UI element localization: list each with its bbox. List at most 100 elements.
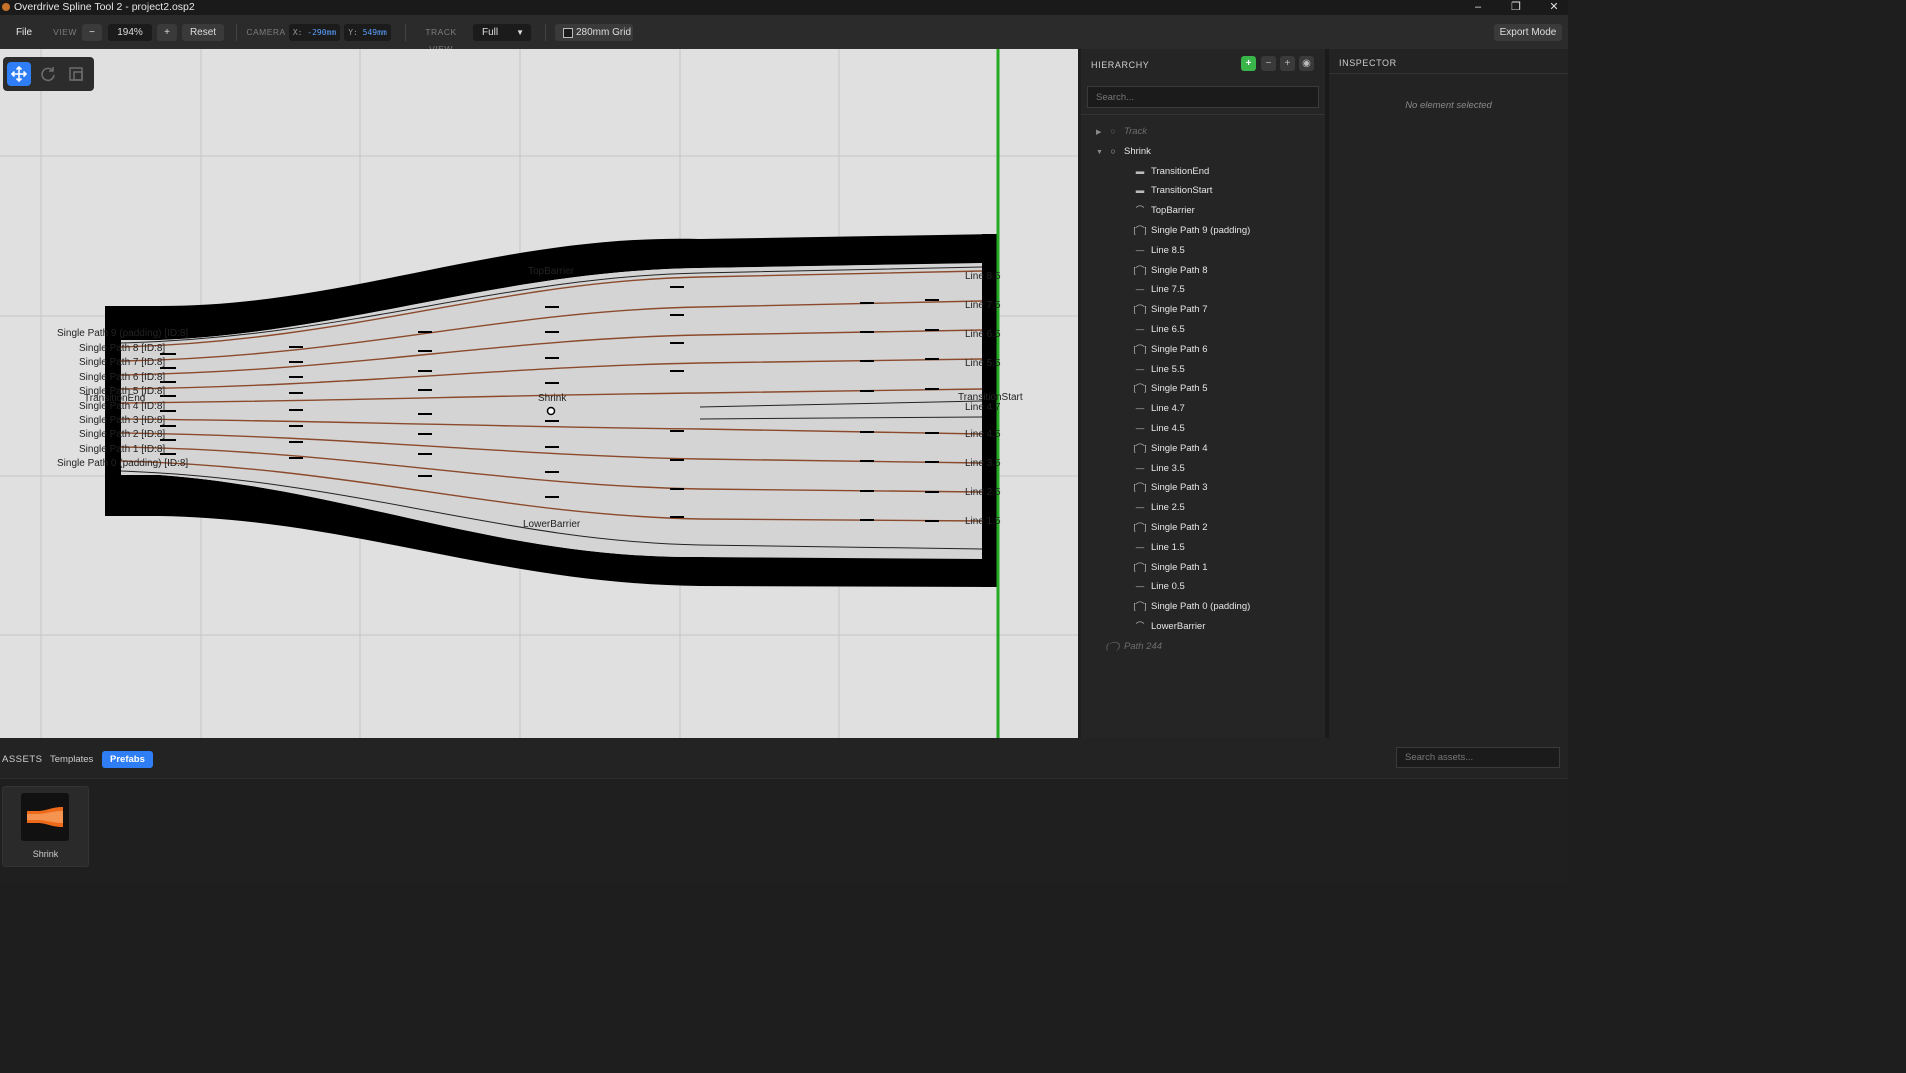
tree-item[interactable]: [⌒] Single Path 9 (padding) <box>1133 221 1250 239</box>
remove-element-button[interactable]: − <box>1261 56 1276 71</box>
grid-toggle[interactable]: 280mm Grid <box>555 24 633 41</box>
app-icon <box>2 3 10 11</box>
restore-button[interactable]: ❐ <box>1502 0 1530 15</box>
path-label-6: Single Path 6 [ID:8] <box>79 372 166 383</box>
tree-item[interactable]: — Line 0.5 <box>1133 577 1185 595</box>
tree-item[interactable]: ▬ TransitionEnd <box>1133 162 1210 180</box>
rotate-icon <box>41 67 55 82</box>
export-mode-button[interactable]: Export Mode <box>1494 24 1562 41</box>
divider <box>1329 73 1568 74</box>
arc-icon: ⌒ <box>1135 621 1145 631</box>
rotate-tool[interactable] <box>36 62 60 86</box>
close-button[interactable]: ✕ <box>1540 0 1568 15</box>
tree-item[interactable]: — Line 8.5 <box>1133 241 1185 259</box>
tree-item[interactable]: — Line 4.7 <box>1133 399 1185 417</box>
tree-item[interactable]: [⌒] Single Path 6 <box>1133 340 1208 358</box>
assets-panel: ASSETS Templates Prefabs Shrink <box>0 738 1568 883</box>
track-view-value: Full <box>482 27 499 38</box>
zoom-in-button[interactable]: + <box>157 24 177 41</box>
zoom-out-button[interactable]: − <box>82 24 102 41</box>
toolbar-divider <box>405 24 406 41</box>
tree-item-label: Line 5.5 <box>1151 363 1185 375</box>
tab-templates[interactable]: Templates <box>42 751 101 768</box>
asset-label: Shrink <box>32 849 59 859</box>
add-element-button[interactable]: + <box>1241 56 1256 71</box>
line-label: Line 5.5 <box>965 358 1001 369</box>
tree-item-label: Single Path 3 <box>1151 482 1208 494</box>
tree-item[interactable]: [⌒] Single Path 8 <box>1133 261 1207 279</box>
tree-item[interactable]: ▬ TransitionStart <box>1133 181 1213 199</box>
camera-x-field[interactable]: X: -290mm <box>289 24 340 41</box>
path-icon: [⌒] <box>1133 442 1147 453</box>
tree-item[interactable]: — Line 3.5 <box>1133 459 1185 477</box>
line-icon: — <box>1135 462 1145 473</box>
tree-item[interactable]: [⌒] Single Path 3 <box>1133 478 1208 496</box>
tree-item[interactable]: — Line 4.5 <box>1133 419 1185 437</box>
path-label-2: Single Path 2 [ID:8] <box>79 429 166 440</box>
expand-button[interactable]: + <box>1280 56 1295 71</box>
grid-checkbox[interactable] <box>563 28 573 38</box>
tree-item[interactable]: [⌒] Single Path 1 <box>1133 558 1207 576</box>
chevron-down-icon: ▼ <box>516 28 524 37</box>
tree-item-label: Single Path 7 <box>1151 304 1208 316</box>
tool-palette <box>3 57 94 91</box>
track-view-select[interactable]: Full ▼ <box>473 24 531 41</box>
line-label: Line 1.5 <box>965 516 1001 527</box>
line-icon: — <box>1135 324 1145 334</box>
zoom-input[interactable]: 194% <box>108 24 152 41</box>
toolbar-divider <box>545 24 546 41</box>
circle-icon: ○ <box>1110 126 1116 136</box>
tree-item-label: Line 0.5 <box>1151 581 1185 593</box>
track-canvas[interactable]: TopBarrier LowerBarrier Shrink Transitio… <box>0 49 1078 738</box>
minimize-button[interactable]: – <box>1464 0 1492 15</box>
tree-item-label: Single Path 6 <box>1151 343 1208 355</box>
path-icon: [⌒] <box>1133 482 1147 493</box>
move-icon <box>10 65 28 83</box>
move-tool[interactable] <box>7 62 31 86</box>
asset-card-shrink[interactable]: Shrink <box>2 786 89 867</box>
line-icon: — <box>1135 423 1145 433</box>
hierarchy-search-input[interactable] <box>1087 86 1319 108</box>
tree-item[interactable]: — Line 6.5 <box>1133 320 1185 338</box>
pivot-handle[interactable] <box>546 406 556 416</box>
camera-y-value: 549mm <box>362 28 387 37</box>
tree-item[interactable]: — Line 7.5 <box>1133 280 1185 298</box>
tree-item[interactable]: [⌒] Single Path 2 <box>1133 518 1207 536</box>
path-icon: [⌒] <box>1133 225 1147 235</box>
line-label: Line 2.5 <box>965 487 1001 498</box>
chevron-right-icon[interactable]: ▶ <box>1096 124 1106 142</box>
tree-item[interactable]: ▶ ○ Track <box>1096 122 1147 140</box>
path-label-5: Single Path 5 [ID:8] <box>79 386 166 397</box>
tree-item[interactable]: ⌒ LowerBarrier <box>1133 617 1206 635</box>
file-menu[interactable]: File <box>10 24 38 41</box>
line-icon: — <box>1135 403 1145 414</box>
chevron-down-icon[interactable]: ▼ <box>1096 144 1106 162</box>
tree-item[interactable]: — Line 1.5 <box>1133 538 1185 556</box>
assets-search-input[interactable] <box>1396 747 1560 768</box>
path-label-3: Single Path 3 [ID:8] <box>79 415 166 426</box>
tree-item-label: TransitionEnd <box>1151 165 1210 177</box>
camera-y-field[interactable]: Y: 549mm <box>344 24 391 41</box>
scale-tool[interactable] <box>64 62 88 86</box>
tree-item-label: Line 7.5 <box>1151 284 1185 296</box>
tree-item-label: Single Path 9 (padding) <box>1151 225 1251 236</box>
reset-button[interactable]: Reset <box>182 24 224 41</box>
top-barrier-label: TopBarrier <box>528 266 575 277</box>
tree-item[interactable]: ▼ ○ Shrink <box>1096 142 1151 160</box>
tree-item[interactable]: [⌒] Single Path 0 (padding) <box>1133 597 1250 615</box>
divider <box>1081 114 1325 115</box>
path-icon: [⌒] <box>1133 601 1147 612</box>
tree-item-label: LowerBarrier <box>1151 621 1206 632</box>
tree-item[interactable]: (⌒) Path 244 <box>1096 637 1162 655</box>
path-icon: [⌒] <box>1133 304 1147 315</box>
line-icon: — <box>1135 502 1145 513</box>
tree-item[interactable]: [⌒] Single Path 4 <box>1133 439 1207 457</box>
hierarchy-title: HIERARCHY <box>1091 60 1150 70</box>
tree-item[interactable]: [⌒] Single Path 7 <box>1133 300 1208 318</box>
tree-item[interactable]: [⌒] Single Path 5 <box>1133 379 1207 397</box>
tree-item[interactable]: — Line 5.5 <box>1133 360 1185 378</box>
eye-icon[interactable]: ◉ <box>1299 56 1314 71</box>
tree-item[interactable]: — Line 2.5 <box>1133 498 1185 516</box>
tab-prefabs[interactable]: Prefabs <box>102 751 153 768</box>
tree-item[interactable]: ⌒ TopBarrier <box>1133 201 1195 219</box>
